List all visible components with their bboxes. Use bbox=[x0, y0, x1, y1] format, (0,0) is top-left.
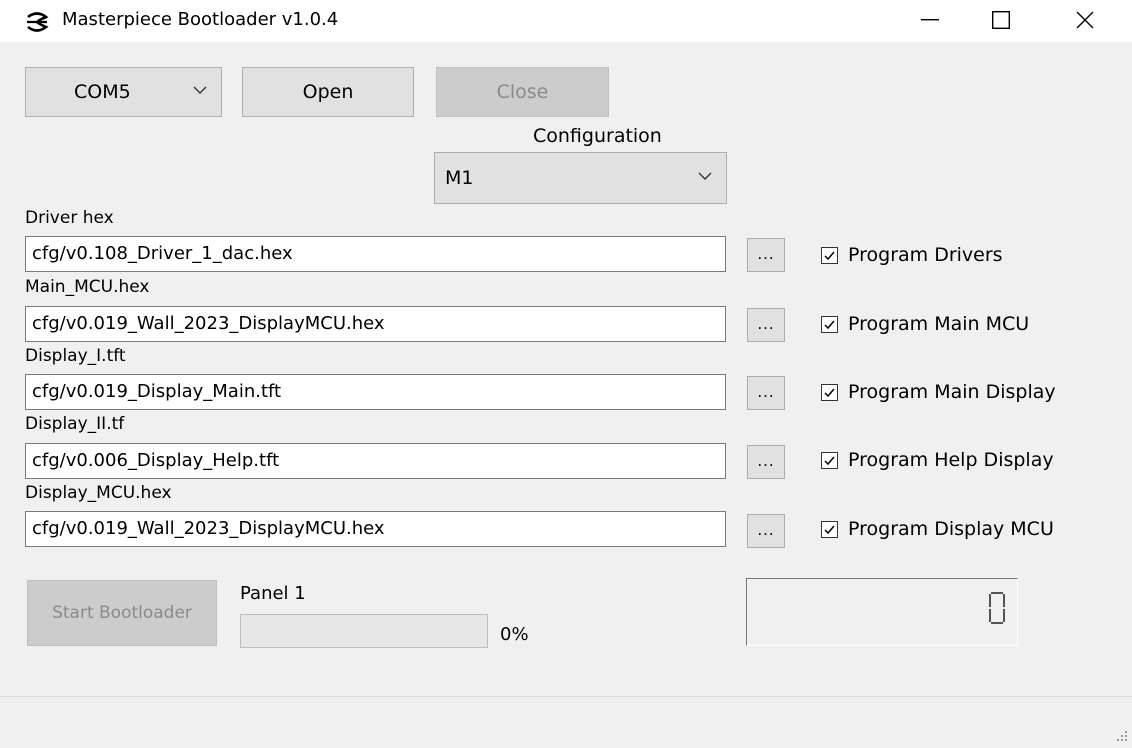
program-display-mcu-checkbox[interactable]: Program Display MCU bbox=[821, 516, 1054, 542]
driver-hex-browse-button[interactable]: ... bbox=[747, 238, 785, 272]
com-port-select[interactable]: COM5 bbox=[25, 67, 222, 117]
maximize-button[interactable] bbox=[973, 0, 1029, 40]
close-port-button[interactable]: Close bbox=[436, 67, 609, 117]
checkbox-checked-icon bbox=[821, 451, 838, 469]
display-ii-tf-field[interactable]: cfg/v0.006_Display_Help.tft bbox=[25, 443, 726, 479]
display-i-tft-field[interactable]: cfg/v0.019_Display_Main.tft bbox=[25, 374, 726, 410]
configuration-select[interactable]: M1 bbox=[434, 152, 727, 204]
chevron-down-icon bbox=[193, 86, 207, 94]
display-ii-browse-button[interactable]: ... bbox=[747, 445, 785, 479]
checkbox-checked-icon bbox=[821, 315, 838, 333]
window-title: Masterpiece Bootloader v1.0.4 bbox=[62, 9, 339, 30]
com-port-value: COM5 bbox=[74, 81, 131, 103]
main-mcu-hex-field[interactable]: cfg/v0.019_Wall_2023_DisplayMCU.hex bbox=[25, 306, 726, 342]
display-ii-tf-label: Display_II.tf bbox=[25, 414, 125, 434]
display-i-tft-label: Display_I.tft bbox=[25, 346, 126, 366]
minimize-button[interactable] bbox=[902, 0, 958, 40]
checkbox-checked-icon bbox=[821, 520, 838, 538]
program-main-display-checkbox[interactable]: Program Main Display bbox=[821, 379, 1056, 405]
main-mcu-hex-label: Main_MCU.hex bbox=[25, 277, 150, 297]
driver-hex-label: Driver hex bbox=[25, 208, 114, 228]
display-mcu-hex-label: Display_MCU.hex bbox=[25, 483, 172, 503]
program-drivers-label: Program Drivers bbox=[848, 244, 1003, 266]
maximize-icon bbox=[992, 11, 1010, 29]
start-bootloader-button[interactable]: Start Bootloader bbox=[27, 580, 217, 646]
program-main-mcu-checkbox[interactable]: Program Main MCU bbox=[821, 311, 1029, 337]
main-mcu-browse-button[interactable]: ... bbox=[747, 308, 785, 342]
open-button[interactable]: Open bbox=[242, 67, 414, 117]
app-logo-icon bbox=[27, 12, 49, 32]
display-i-browse-button[interactable]: ... bbox=[747, 376, 785, 410]
digit-zero-display bbox=[989, 592, 1005, 624]
program-display-mcu-label: Program Display MCU bbox=[848, 518, 1054, 540]
progress-percent: 0% bbox=[500, 624, 529, 645]
status-bar bbox=[0, 696, 1132, 748]
display-mcu-hex-field[interactable]: cfg/v0.019_Wall_2023_DisplayMCU.hex bbox=[25, 511, 726, 547]
configuration-label: Configuration bbox=[533, 125, 662, 147]
program-main-mcu-label: Program Main MCU bbox=[848, 313, 1030, 335]
display-mcu-browse-button[interactable]: ... bbox=[747, 514, 785, 548]
program-help-display-label: Program Help Display bbox=[848, 449, 1054, 471]
progress-bar bbox=[240, 614, 488, 648]
close-window-button[interactable] bbox=[1057, 0, 1113, 40]
program-help-display-checkbox[interactable]: Program Help Display bbox=[821, 447, 1054, 473]
configuration-value: M1 bbox=[445, 167, 474, 189]
resize-grip-icon[interactable] bbox=[1116, 730, 1128, 742]
close-icon bbox=[1076, 11, 1094, 29]
checkbox-checked-icon bbox=[821, 383, 838, 401]
driver-hex-field[interactable]: cfg/v0.108_Driver_1_dac.hex bbox=[25, 236, 726, 272]
minimize-icon bbox=[921, 19, 939, 21]
chevron-down-icon bbox=[698, 172, 712, 180]
program-main-display-label: Program Main Display bbox=[848, 381, 1056, 403]
seven-segment-counter: 0 bbox=[746, 578, 1018, 646]
program-drivers-checkbox[interactable]: Program Drivers bbox=[821, 242, 1003, 268]
panel-label: Panel 1 bbox=[240, 583, 306, 604]
checkbox-checked-icon bbox=[821, 246, 838, 264]
